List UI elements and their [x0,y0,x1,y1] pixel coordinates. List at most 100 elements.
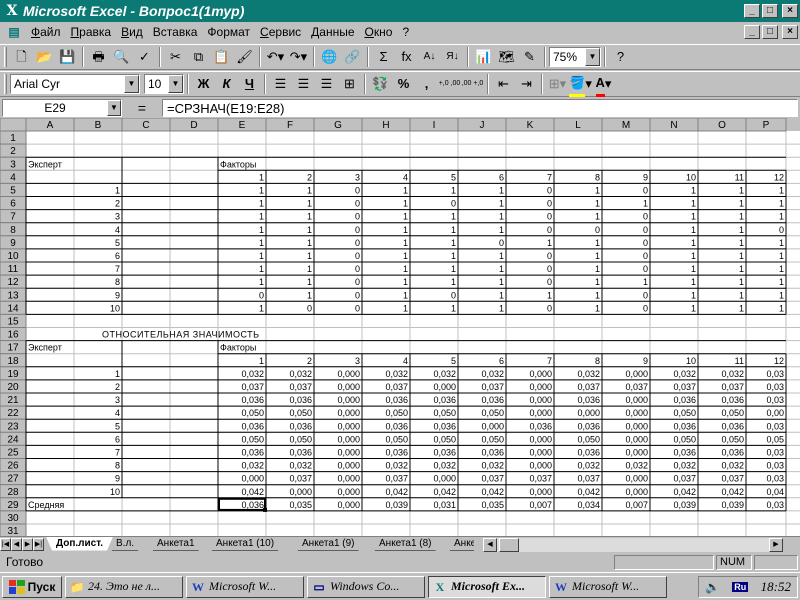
speaker-icon[interactable]: 🔈 [705,580,720,594]
cell-value: 0,036 [721,395,744,405]
cell-value: 0,037 [385,474,408,484]
new-document-icon[interactable]: 🗋 [10,46,33,68]
print-preview-icon[interactable]: 🔍 [110,46,133,68]
spelling-icon[interactable]: ✓ [133,46,156,68]
print-icon[interactable]: 🖶 [87,46,110,68]
sheet-tab[interactable]: Доп.лист. [46,537,113,551]
align-center-icon[interactable]: ☰ [292,73,315,95]
chevron-down-icon[interactable]: ▼ [168,75,183,93]
horizontal-scrollbar[interactable]: ◀ ▶ [483,538,783,552]
increase-decimal-button[interactable]: +,0 ,00 [438,73,461,95]
chevron-down-icon[interactable]: ▼ [124,75,139,93]
scroll-left-button[interactable]: ◀ [483,538,497,552]
drawing-icon[interactable]: ✎ [518,46,541,68]
sheet-tab[interactable]: Анкета1 (10) [206,537,284,551]
cell-value: 0,037 [481,382,504,392]
menu-help[interactable]: ? [397,23,414,41]
doc-close-button[interactable]: × [782,25,798,39]
menu-window[interactable]: Окно [360,23,398,41]
merge-center-icon[interactable]: ⊞ [338,73,361,95]
cut-icon[interactable]: ✂ [164,46,187,68]
scroll-thumb[interactable] [499,538,519,552]
taskbar-button[interactable]: 📁 24. Это не л... [65,575,183,598]
doc-minimize-button[interactable]: _ [744,25,760,39]
sort-descending-icon[interactable]: Я↓ [441,46,464,68]
menu-data[interactable]: Данные [306,23,359,41]
currency-icon[interactable]: 💱 [369,73,392,95]
first-sheet-button[interactable]: |◀ [0,538,11,551]
taskbar-button[interactable]: X Microsoft Ex... [428,575,546,598]
borders-icon[interactable]: ⊞▾ [546,73,569,95]
decrease-indent-icon[interactable]: ⇤ [492,73,515,95]
taskbar-button[interactable]: W Microsoft W... [186,575,304,598]
sort-ascending-icon[interactable]: A↓ [418,46,441,68]
menu-format[interactable]: Формат [202,23,255,41]
name-box[interactable]: E29 ▼ [2,99,122,117]
taskbar-button[interactable]: ▭ Windows Co... [307,575,425,598]
fill-color-icon[interactable]: 🪣 ▾ [569,73,592,97]
row-header-label: 3 [10,159,16,170]
scroll-right-button[interactable]: ▶ [769,538,783,552]
cell-value: 1 [691,251,696,261]
next-sheet-button[interactable]: ▶ [22,538,33,551]
cell-value: 0,03 [766,461,784,471]
start-button[interactable]: Пуск [2,575,62,598]
autosum-icon[interactable]: Σ [372,46,395,68]
chevron-down-icon[interactable]: ▼ [585,48,600,66]
web-toolbar-icon[interactable]: 🌐 [318,46,341,68]
thousands-button[interactable]: , [415,73,438,95]
percent-button[interactable]: % [392,73,415,95]
cell-value: 1 [403,251,408,261]
toolbar-grip[interactable] [4,74,7,94]
copy-icon[interactable]: ⧉ [187,46,210,68]
align-left-icon[interactable]: ☰ [269,73,292,95]
taskbar-button[interactable]: W Microsoft W... [549,575,667,598]
chart-wizard-icon[interactable]: 📊 [472,46,495,68]
worksheet-grid[interactable]: A B C D E F G H I J K L M N O P 1 2 3 4 5 6 7 8 9 10 11 12 13 14 15 16 1… [0,118,800,536]
toolbar-grip[interactable] [4,47,7,67]
cell-value: 1 [779,238,784,248]
close-button[interactable]: × [782,4,798,18]
bold-button[interactable]: Ж [192,73,215,95]
font-color-icon[interactable]: A ▾ [592,73,615,97]
last-sheet-button[interactable]: ▶| [33,538,44,551]
italic-button[interactable]: К [215,73,238,95]
sheet-tab[interactable]: Анкета1 [147,537,205,551]
menu-file[interactable]: Файл [26,23,66,41]
underline-button[interactable]: Ч [238,73,261,95]
sheet-tab[interactable]: Анкета1 [444,537,474,551]
format-painter-icon[interactable]: 🖌 [233,46,256,68]
document-icon[interactable]: ▤ [6,25,22,39]
decrease-decimal-button[interactable]: ,00 +,0 [461,73,484,95]
undo-icon[interactable]: ↶▾ [264,46,287,68]
prev-sheet-button[interactable]: ◀ [11,538,22,551]
redo-icon[interactable]: ↷▾ [287,46,310,68]
chevron-down-icon[interactable]: ▼ [107,100,121,116]
zoom-select[interactable]: 75% ▼ [549,47,601,67]
menu-edit[interactable]: Правка [66,23,117,41]
maximize-button[interactable]: □ [762,4,778,18]
open-folder-icon[interactable]: 📂 [33,46,56,68]
hyperlink-icon[interactable]: 🔗 [341,46,364,68]
help-icon[interactable]: ? [609,46,632,68]
sheet-tab[interactable]: Анкета1 (8) [369,537,442,551]
font-size-select[interactable]: 10 ▼ [144,74,184,94]
formula-equals-button[interactable]: = [122,100,162,116]
minimize-button[interactable]: _ [744,4,760,18]
language-indicator[interactable]: Ru [732,581,749,592]
save-icon[interactable]: 💾 [56,46,79,68]
function-wizard-icon[interactable]: fx [395,46,418,68]
menu-view[interactable]: Вид [116,23,148,41]
font-select[interactable]: Arial Cyr ▼ [10,74,140,94]
menu-insert[interactable]: Вставка [148,23,203,41]
align-right-icon[interactable]: ☰ [315,73,338,95]
menu-tools[interactable]: Сервис [255,23,306,41]
title-bar[interactable]: X Microsoft Excel - Вопрос1(1тур) _ □ × [0,0,800,22]
increase-indent-icon[interactable]: ⇥ [515,73,538,95]
map-icon[interactable]: 🗺 [495,46,518,68]
paste-icon[interactable]: 📋 [210,46,233,68]
doc-restore-button[interactable]: □ [762,25,778,39]
sheet-tab[interactable]: Анкета1 (9) [292,537,365,551]
column-header-label: N [670,120,677,131]
formula-input[interactable]: =СРЗНАЧ(E19:E28) [162,99,798,117]
